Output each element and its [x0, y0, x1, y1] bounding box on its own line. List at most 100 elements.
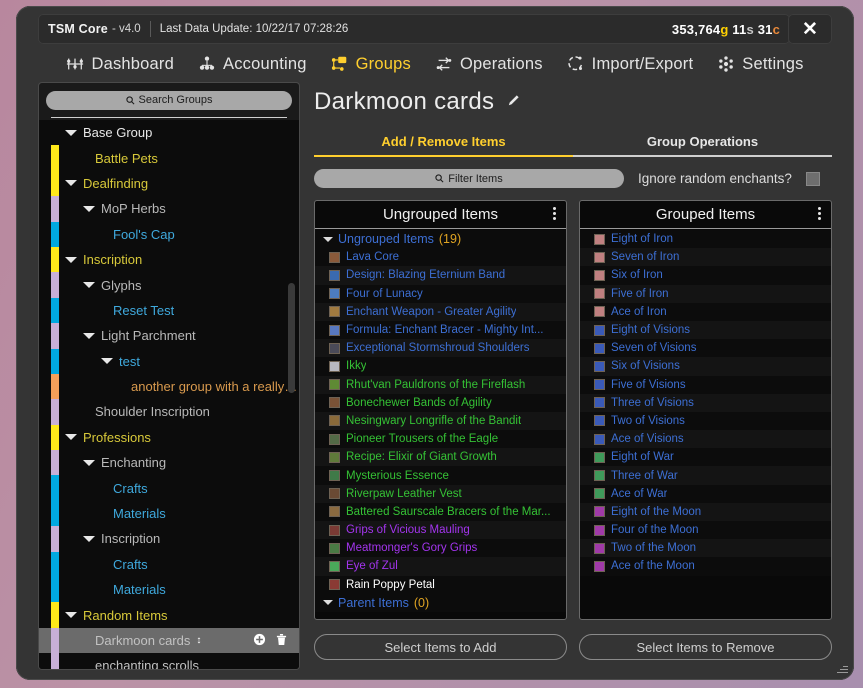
list-item[interactable]: Battered Saurscale Bracers of the Mar... — [315, 502, 566, 521]
list-item[interactable]: Recipe: Elixir of Giant Growth — [315, 448, 566, 467]
sidebar-item-random-items[interactable]: Random Items — [39, 602, 299, 628]
chevron-down-icon[interactable] — [323, 600, 333, 606]
list-item[interactable]: Six of Iron — [580, 266, 831, 285]
list-item[interactable]: Ace of War — [580, 484, 831, 503]
list-item[interactable]: Grips of Vicious Mauling — [315, 521, 566, 540]
tab-add-remove-items[interactable]: Add / Remove Items — [314, 134, 573, 155]
list-item[interactable]: Formula: Enchant Bracer - Mighty Int... — [315, 320, 566, 340]
list-item[interactable]: Eight of Iron — [580, 230, 831, 249]
list-item[interactable]: Seven of Visions — [580, 339, 831, 358]
search-groups-input[interactable]: Search Groups — [46, 90, 292, 110]
chevron-down-icon[interactable] — [83, 282, 95, 289]
list-item[interactable]: Bonechewer Bands of Agility — [315, 393, 566, 412]
list-item[interactable]: Ikky — [315, 357, 566, 376]
list-item[interactable]: Rhut'van Pauldrons of the Fireflash — [315, 375, 566, 394]
list-item[interactable]: Four of Lunacy — [315, 284, 566, 303]
filter-items-input[interactable]: Filter Items — [314, 169, 624, 188]
sidebar-item-another-group-with-a-really-lo[interactable]: another group with a really lo... — [39, 373, 299, 400]
chevron-down-icon[interactable] — [323, 236, 333, 242]
item-icon — [329, 579, 340, 591]
chevron-down-icon[interactable] — [101, 358, 113, 365]
chevron-down-icon[interactable] — [65, 256, 77, 263]
list-item[interactable]: Nesingwary Longrifle of the Bandit — [315, 411, 566, 431]
list-item[interactable]: Seven of Iron — [580, 248, 831, 267]
add-circle-icon[interactable] — [253, 633, 266, 649]
chevron-down-icon[interactable] — [65, 434, 77, 441]
list-item[interactable]: Three of Visions — [580, 393, 831, 412]
list-item[interactable]: Lava Core — [315, 248, 566, 267]
list-item[interactable]: Four of the Moon — [580, 521, 831, 540]
list-section-header[interactable]: Parent Items (0) — [315, 593, 566, 612]
sidebar-item-battle-pets[interactable]: Battle Pets — [39, 145, 299, 171]
nav-item-groups[interactable]: Groups — [331, 55, 411, 74]
list-item[interactable]: Eye of Zul — [315, 557, 566, 576]
list-item[interactable]: Exceptional Stormshroud Shoulders — [315, 339, 566, 358]
list-item[interactable]: Riverpaw Leather Vest — [315, 484, 566, 503]
list-item[interactable]: Meatmonger's Gory Grips — [315, 539, 566, 558]
sidebar-item-base-group[interactable]: Base Group — [39, 120, 299, 146]
sidebar-item-materials[interactable]: Materials — [39, 500, 299, 527]
nav-item-dashboard[interactable]: Dashboard — [66, 55, 174, 74]
item-name: Four of the Moon — [611, 524, 699, 537]
list-item[interactable]: Eight of Visions — [580, 320, 831, 340]
pencil-icon[interactable] — [506, 93, 521, 112]
list-item[interactable]: Mysterious Essence — [315, 466, 566, 485]
list-item[interactable]: Five of Iron — [580, 284, 831, 303]
sidebar-item-test[interactable]: test — [39, 348, 299, 374]
list-item[interactable]: Eight of War — [580, 448, 831, 467]
chevron-down-icon[interactable] — [65, 129, 77, 136]
resize-handle[interactable] — [836, 662, 848, 674]
list-item[interactable]: Eight of the Moon — [580, 502, 831, 521]
sidebar-item-darkmoon-cards[interactable]: Darkmoon cards ↕ — [39, 627, 299, 654]
sidebar-item-mop-herbs[interactable]: MoP Herbs — [39, 196, 299, 222]
sidebar-item-fool-s-cap[interactable]: Fool's Cap — [39, 221, 299, 247]
sidebar-item-crafts[interactable]: Crafts — [39, 475, 299, 501]
sidebar-scrollbar[interactable] — [288, 283, 295, 393]
list-item[interactable]: Six of Visions — [580, 357, 831, 376]
list-item[interactable]: Design: Blazing Eternium Band — [315, 266, 566, 285]
sidebar-item-enchanting-scrolls[interactable]: enchanting scrolls — [39, 653, 299, 669]
sidebar-item-reset-test[interactable]: Reset Test — [39, 297, 299, 324]
chevron-down-icon[interactable] — [83, 535, 95, 542]
nav-item-settings[interactable]: Settings — [717, 55, 803, 74]
list-item[interactable]: Enchant Weapon - Greater Agility — [315, 302, 566, 321]
close-icon[interactable]: ✕ — [788, 14, 832, 44]
list-item[interactable]: Five of Visions — [580, 375, 831, 394]
select-items-to-add-button[interactable]: Select Items to Add — [314, 634, 567, 660]
sidebar-item-inscription[interactable]: Inscription — [39, 246, 299, 273]
sidebar-item-crafts[interactable]: Crafts — [39, 551, 299, 578]
sidebar-item-glyphs[interactable]: Glyphs — [39, 272, 299, 298]
list-item[interactable]: Ace of Iron — [580, 302, 831, 321]
sidebar-item-shoulder-inscription[interactable]: Shoulder Inscription — [39, 399, 299, 425]
ignore-random-enchants-checkbox[interactable] — [805, 171, 820, 186]
list-item[interactable]: Three of War — [580, 466, 831, 485]
chevron-down-icon[interactable] — [65, 180, 77, 187]
list-item[interactable]: Two of the Moon — [580, 539, 831, 558]
nav-item-accounting[interactable]: Accounting — [198, 55, 307, 74]
nav-item-operations[interactable]: Operations — [435, 55, 543, 74]
list-item[interactable]: Ace of Visions — [580, 430, 831, 449]
list-section-header[interactable]: Ungrouped Items (19) — [315, 230, 566, 249]
sidebar-item-light-parchment[interactable]: Light Parchment — [39, 323, 299, 349]
sidebar-item-dealfinding[interactable]: Dealfinding — [39, 170, 299, 197]
grouped-items-panel: Grouped Items Eight of Iron Seven of Iron… — [579, 200, 832, 620]
sidebar-item-professions[interactable]: Professions — [39, 424, 299, 451]
list-item[interactable]: Ace of the Moon — [580, 557, 831, 576]
nav-item-import-export[interactable]: Import/Export — [567, 55, 694, 74]
sidebar-item-inscription[interactable]: Inscription — [39, 526, 299, 552]
chevron-down-icon[interactable] — [65, 612, 77, 619]
tab-group-operations[interactable]: Group Operations — [573, 134, 832, 155]
select-items-to-remove-button[interactable]: Select Items to Remove — [579, 634, 832, 660]
sidebar-item-enchanting[interactable]: Enchanting — [39, 450, 299, 476]
kebab-menu-icon[interactable] — [818, 207, 821, 220]
sidebar-item-materials[interactable]: Materials — [39, 577, 299, 603]
list-item[interactable]: Pioneer Trousers of the Eagle — [315, 430, 566, 449]
chevron-down-icon[interactable] — [83, 205, 95, 212]
list-item[interactable]: Rain Poppy Petal — [315, 575, 566, 594]
trash-icon[interactable] — [276, 633, 287, 649]
sort-updown-icon[interactable]: ↕ — [196, 635, 201, 646]
kebab-menu-icon[interactable] — [553, 207, 556, 220]
chevron-down-icon[interactable] — [83, 332, 95, 339]
chevron-down-icon[interactable] — [83, 459, 95, 466]
list-item[interactable]: Two of Visions — [580, 411, 831, 431]
